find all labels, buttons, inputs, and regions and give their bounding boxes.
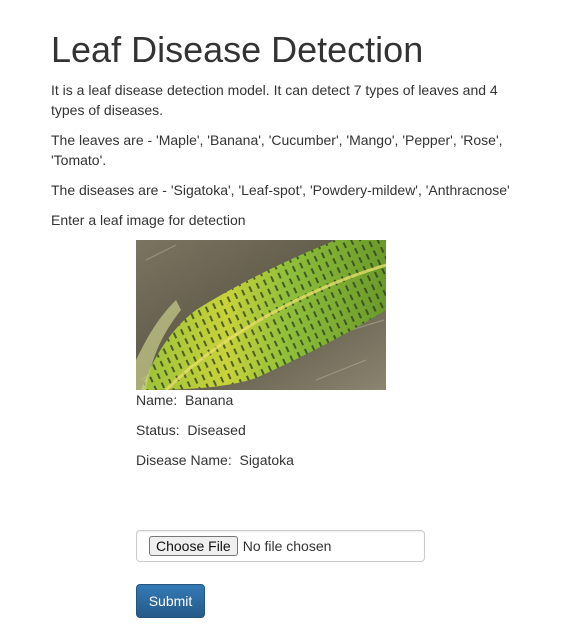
intro-text: It is a leaf disease detection model. It…: [51, 82, 498, 118]
leaves-list-text: The leaves are - 'Maple', 'Banana', 'Cuc…: [51, 132, 503, 168]
submit-button[interactable]: Submit: [136, 584, 205, 618]
page-title: Leaf Disease Detection: [51, 29, 424, 70]
upload-prompt: Enter a leaf image for detection: [51, 212, 246, 228]
file-input[interactable]: Choose File No file chosen: [136, 530, 425, 562]
diseases-list-text: The diseases are - 'Sigatoka', 'Leaf-spo…: [51, 182, 510, 198]
file-status-text: No file chosen: [242, 538, 332, 554]
leaf-photo: [136, 240, 386, 390]
result-name: Name: Banana: [136, 392, 234, 408]
result-disease-name: Disease Name: Sigatoka: [136, 452, 294, 468]
detection-result: Name: Banana Status: Diseased Disease Na…: [136, 240, 436, 468]
choose-file-button[interactable]: Choose File: [149, 536, 238, 556]
result-status: Status: Diseased: [136, 422, 246, 438]
